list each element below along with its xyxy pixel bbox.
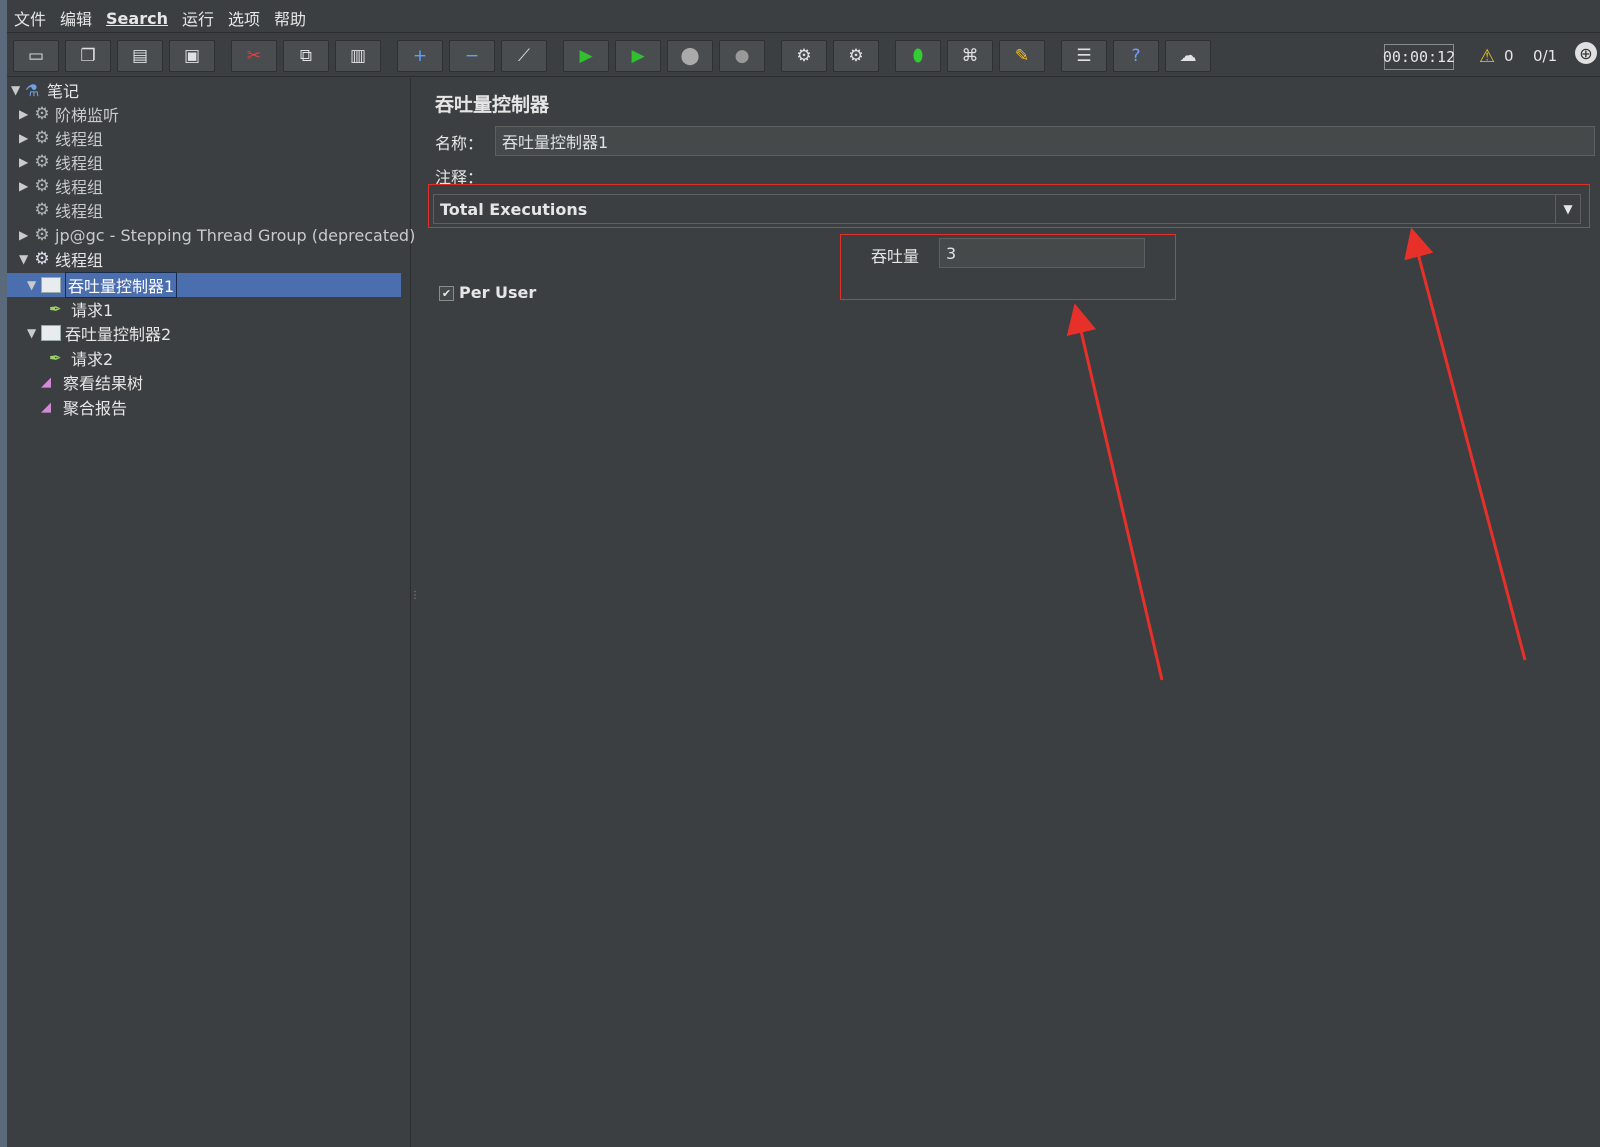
- expand-arrow-icon[interactable]: ▶: [19, 228, 33, 242]
- throughput-mode-select[interactable]: Total Executions ▼: [433, 194, 1581, 224]
- cut-icon[interactable]: ✂: [231, 40, 277, 72]
- collapse-icon[interactable]: −: [449, 40, 495, 72]
- stop-icon[interactable]: ⬤: [667, 40, 713, 72]
- globe-icon[interactable]: ⊕: [1575, 42, 1597, 64]
- tree-item[interactable]: ▶ ⚙ 线程组: [19, 174, 103, 198]
- collapse-arrow-icon[interactable]: ▼: [27, 326, 41, 340]
- save-icon[interactable]: ▣: [169, 40, 215, 72]
- menu-help[interactable]: 帮助: [267, 6, 313, 30]
- menu-run[interactable]: 运行: [175, 6, 221, 30]
- gear-icon: ⚙: [34, 200, 50, 220]
- tree-item[interactable]: ✒ 请求2: [49, 346, 113, 370]
- gear-icon: ⚙: [34, 152, 50, 172]
- controller-icon: [41, 325, 61, 341]
- warning-count: 0: [1504, 47, 1514, 65]
- expand-arrow-icon[interactable]: ▼: [11, 83, 25, 97]
- controller-panel: 吞吐量控制器 名称： 注释： Total Executions ▼ 吞吐量 ✔ …: [421, 78, 1600, 1147]
- sampler-icon: ✒: [49, 349, 62, 367]
- chevron-down-icon[interactable]: ▼: [1555, 195, 1580, 223]
- expand-arrow-icon[interactable]: ▶: [19, 107, 33, 121]
- expand-icon[interactable]: +: [397, 40, 443, 72]
- comment-label: 注释：: [435, 168, 484, 187]
- clear-icon[interactable]: ⚙: [781, 40, 827, 72]
- throughput-label: 吞吐量: [871, 247, 920, 266]
- comment-input[interactable]: [487, 162, 1595, 186]
- gear-icon: ⚙: [34, 176, 50, 196]
- per-user-label: Per User: [459, 283, 537, 302]
- gear-icon: ⚙: [34, 104, 50, 124]
- search-icon[interactable]: ⬮: [895, 40, 941, 72]
- desktop-edge: [0, 0, 7, 1147]
- listener-icon: ◢: [41, 400, 51, 415]
- copy-icon[interactable]: ⧉: [283, 40, 329, 72]
- tree-item[interactable]: ⚙ 线程组: [33, 198, 103, 222]
- per-user-checkbox[interactable]: ✔: [439, 286, 454, 301]
- start-icon[interactable]: ▶: [563, 40, 609, 72]
- templates-icon[interactable]: ❐: [65, 40, 111, 72]
- toolbar: ▭ ❐ ▤ ▣ ✂ ⧉ ▥ + − ⟋ ▶ ▶ ⬤ ● ⚙ ⚙ ⬮ ⌘ ✎ ☰ …: [7, 36, 1600, 77]
- test-plan-tree: ▼ ⚗ 笔记 ▶ ⚙ 阶梯监听 ▶ ⚙ 线程组 ▶ ⚙ 线程组 ▶ ⚙ 线程组 …: [7, 78, 415, 1147]
- menu-options[interactable]: 选项: [221, 6, 267, 30]
- binoculars-icon[interactable]: ⌘: [947, 40, 993, 72]
- tree-item[interactable]: ▶ ⚙ 线程组: [19, 150, 103, 174]
- sampler-icon: ✒: [49, 300, 62, 318]
- function-helper-icon[interactable]: ☰: [1061, 40, 1107, 72]
- tree-item[interactable]: ✒ 请求1: [49, 297, 113, 321]
- shutdown-icon[interactable]: ●: [719, 40, 765, 72]
- menu-file[interactable]: 文件: [7, 6, 53, 30]
- test-plan-icon: ⚗: [25, 80, 40, 100]
- toggle-icon[interactable]: ⟋: [501, 40, 547, 72]
- tree-item[interactable]: ▶ ⚙ 阶梯监听: [19, 102, 119, 126]
- tree-item[interactable]: ◢ 聚合报告: [41, 395, 127, 419]
- open-icon[interactable]: ▤: [117, 40, 163, 72]
- elapsed-timer: 00:00:12: [1383, 44, 1455, 70]
- menu-edit[interactable]: 编辑: [53, 6, 99, 30]
- name-input[interactable]: [495, 126, 1595, 156]
- name-label: 名称：: [435, 134, 484, 153]
- page-title: 吞吐量控制器: [435, 94, 550, 116]
- expand-arrow-icon[interactable]: ▶: [19, 179, 33, 193]
- help-icon[interactable]: ?: [1113, 40, 1159, 72]
- collapse-arrow-icon[interactable]: ▼: [19, 252, 33, 266]
- paste-icon[interactable]: ▥: [335, 40, 381, 72]
- tree-item[interactable]: ▼ ⚙ 线程组: [19, 247, 103, 271]
- tree-item[interactable]: ▼ 吞吐量控制器2: [27, 321, 171, 345]
- collapse-arrow-icon[interactable]: ▼: [27, 278, 41, 292]
- throughput-input[interactable]: [939, 238, 1145, 268]
- listener-icon: ◢: [41, 375, 51, 390]
- start-no-pause-icon[interactable]: ▶: [615, 40, 661, 72]
- new-icon[interactable]: ▭: [13, 40, 59, 72]
- clear-all-icon[interactable]: ⚙: [833, 40, 879, 72]
- tree-item[interactable]: ◢ 察看结果树: [41, 370, 143, 394]
- gear-icon: ⚙: [34, 128, 50, 148]
- controller-icon: [41, 277, 61, 293]
- expand-arrow-icon[interactable]: ▶: [19, 131, 33, 145]
- split-pane-divider[interactable]: ⋮⋮: [410, 590, 430, 620]
- menu-search[interactable]: Search: [99, 9, 175, 28]
- broom-icon[interactable]: ✎: [999, 40, 1045, 72]
- select-value: Total Executions: [440, 199, 588, 219]
- tree-item[interactable]: ▶ ⚙ jp@gc - Stepping Thread Group (depre…: [19, 223, 415, 247]
- tree-item-selected[interactable]: ▼ 吞吐量控制器1: [27, 272, 178, 298]
- tree-root[interactable]: ▼ ⚗ 笔记: [11, 78, 79, 102]
- remote-icon[interactable]: ☁: [1165, 40, 1211, 72]
- gear-icon: ⚙: [34, 225, 50, 245]
- active-threads: 0/1: [1533, 47, 1558, 65]
- gear-icon: ⚙: [34, 249, 50, 269]
- warning-icon[interactable]: ⚠: [1479, 46, 1495, 67]
- tree-item[interactable]: ▶ ⚙ 线程组: [19, 126, 103, 150]
- menu-bar: 文件 编辑 Search 运行 选项 帮助: [7, 4, 1600, 33]
- expand-arrow-icon[interactable]: ▶: [19, 155, 33, 169]
